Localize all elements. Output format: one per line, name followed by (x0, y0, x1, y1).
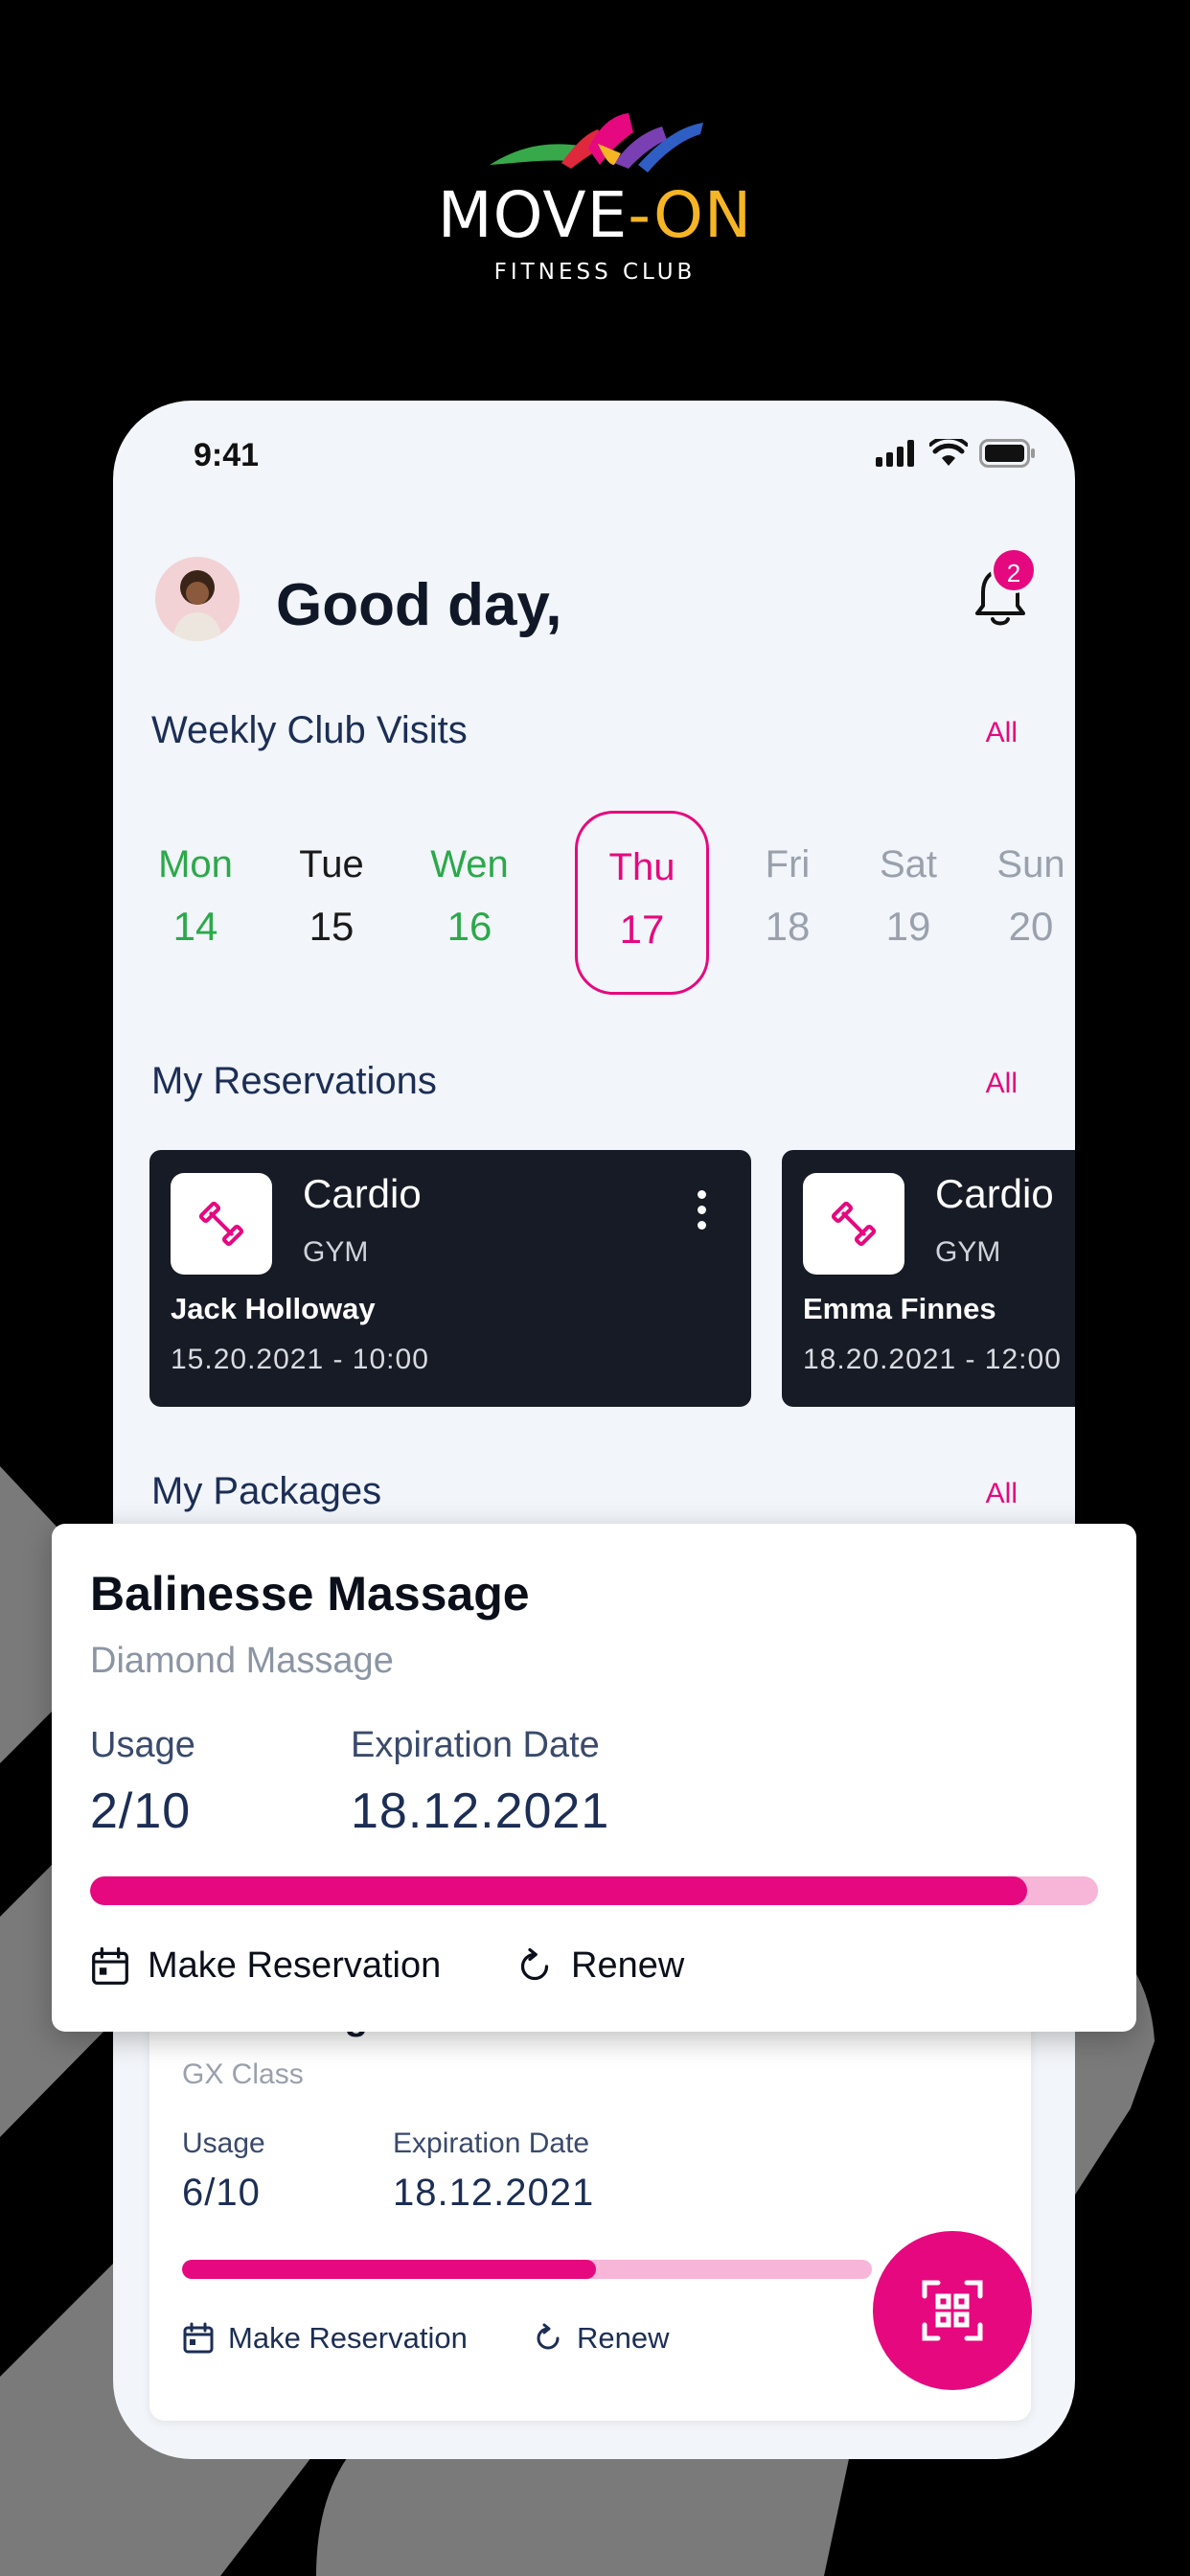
day-wen[interactable]: Wen 16 (402, 811, 537, 995)
expiry-value: 18.12.2021 (393, 2172, 595, 2214)
weekly-visits-title: Weekly Club Visits (151, 709, 468, 751)
reservation-subtitle: GYM (935, 1236, 1001, 1268)
day-date: 19 (885, 904, 931, 949)
more-vertical-icon[interactable] (698, 1190, 707, 1236)
usage-progress-bar (182, 2260, 872, 2279)
signal-icon (876, 440, 914, 467)
usage-label: Usage (182, 2128, 265, 2159)
reservation-title: Cardio (935, 1171, 1054, 1216)
usage-progress-bar (90, 1876, 1098, 1905)
brand-logo-icon (490, 113, 703, 172)
weekly-visits-all-link[interactable]: All (986, 717, 1018, 749)
calendar-icon (92, 1946, 128, 1985)
qr-scan-icon (922, 2280, 983, 2341)
status-time: 9:41 (194, 437, 260, 473)
reservation-datetime: 18.20.2021 - 12:00 (803, 1344, 1062, 1375)
day-fri[interactable]: Fri 18 (721, 811, 855, 995)
day-name: Thu (608, 846, 675, 888)
notification-badge: 2 (991, 547, 1037, 593)
refresh-icon (520, 1947, 549, 1980)
package-card-featured[interactable]: Balinesse Massage Diamond Massage Usage … (52, 1524, 1136, 2032)
expiry-label: Expiration Date (393, 2128, 590, 2159)
package-title: Balinesse Massage (90, 1567, 530, 1621)
package-subtitle: Diamond Massage (90, 1641, 394, 1681)
brand-name-on: ON (652, 178, 753, 252)
day-name: Fri (765, 843, 811, 886)
day-date: 17 (619, 907, 665, 952)
day-mon[interactable]: Mon 14 (128, 811, 263, 995)
day-date: 16 (446, 904, 492, 949)
packages-title: My Packages (151, 1470, 382, 1512)
wifi-icon (929, 439, 968, 466)
day-name: Mon (158, 843, 233, 886)
brand-header: MOVE-ON FITNESS CLUB (0, 105, 1190, 285)
day-sat[interactable]: Sat 19 (841, 811, 975, 995)
calendar-icon (183, 2322, 214, 2354)
usage-value: 2/10 (90, 1783, 192, 1839)
day-date: 18 (765, 904, 811, 949)
day-name: Tue (299, 843, 364, 886)
dumbbell-icon (803, 1173, 904, 1275)
make-reservation-label: Make Reservation (148, 1945, 442, 1986)
packages-all-link[interactable]: All (986, 1478, 1018, 1510)
renew-label: Renew (571, 1945, 685, 1986)
reservation-trainer: Jack Holloway (171, 1292, 376, 1325)
renew-label: Renew (577, 2321, 670, 2355)
avatar[interactable] (155, 557, 240, 641)
day-thu-selected[interactable]: Thu 17 (575, 811, 709, 995)
day-tue[interactable]: Tue 15 (264, 811, 399, 995)
brand-name: MOVE-ON (0, 178, 1190, 252)
brand-subtitle: FITNESS CLUB (493, 260, 697, 285)
day-date: 15 (309, 904, 355, 949)
usage-progress-fill (90, 1876, 1028, 1905)
reservation-subtitle: GYM (303, 1236, 369, 1268)
make-reservation-button[interactable]: Make Reservation (90, 1945, 441, 1987)
phone-screen: 9:41 Good day, 2 Weekly Club Visits All … (113, 401, 1075, 2459)
day-sun[interactable]: Sun 20 (964, 811, 1075, 995)
brand-name-dash: - (628, 178, 653, 252)
usage-value: 6/10 (182, 2172, 261, 2214)
usage-label: Usage (90, 1725, 195, 1765)
make-reservation-label: Make Reservation (228, 2321, 468, 2355)
day-date: 20 (1008, 904, 1054, 949)
reservation-card[interactable]: Cardio GYM Jack Holloway 15.20.2021 - 10… (149, 1150, 751, 1407)
usage-progress-fill (182, 2260, 596, 2279)
make-reservation-button[interactable]: Make Reservation (182, 2321, 468, 2356)
package-subtitle: GX Class (182, 2058, 304, 2090)
expiry-label: Expiration Date (351, 1725, 600, 1765)
reservation-trainer: Emma Finnes (803, 1292, 996, 1325)
dumbbell-icon (171, 1173, 272, 1275)
battery-icon (979, 439, 1035, 468)
day-name: Sun (996, 843, 1065, 886)
week-strip: Mon 14 Tue 15 Wen 16 Thu 17 Fri 18 Sat 19 Sun 2… (149, 811, 1075, 1002)
renew-button[interactable]: Renew (515, 1945, 684, 1987)
day-name: Sat (879, 843, 938, 886)
qr-scan-button[interactable] (873, 2231, 1032, 2390)
avatar-image (155, 557, 240, 641)
reservation-card[interactable]: Cardio GYM Emma Finnes 18.20.2021 - 12:0… (782, 1150, 1075, 1407)
reservations-title: My Reservations (151, 1060, 437, 1102)
brand-name-move: MOVE (437, 178, 629, 252)
reservations-all-link[interactable]: All (986, 1068, 1018, 1100)
reservation-title: Cardio (303, 1171, 422, 1216)
reservation-datetime: 15.20.2021 - 10:00 (171, 1344, 429, 1375)
renew-button[interactable]: Renew (533, 2321, 670, 2356)
greeting: Good day, (276, 572, 562, 638)
refresh-icon (537, 2323, 560, 2350)
status-icons (876, 439, 1037, 468)
expiry-value: 18.12.2021 (351, 1783, 610, 1839)
day-date: 14 (172, 904, 218, 949)
day-name: Wen (430, 843, 509, 886)
